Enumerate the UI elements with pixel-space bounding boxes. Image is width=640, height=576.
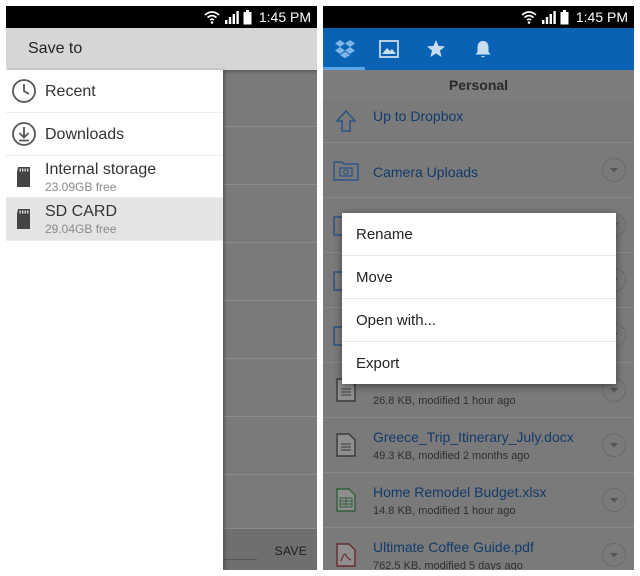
document-icon: [333, 432, 359, 458]
file-row-up[interactable]: Up to Dropbox: [323, 100, 634, 143]
chevron-down-icon[interactable]: [602, 488, 626, 512]
file-name: Ultimate Coffee Guide.pdf: [373, 539, 534, 555]
file-row[interactable]: Home Remodel Budget.xlsx 14.8 KB, modifi…: [323, 473, 634, 528]
save-bar: SAVE: [223, 528, 317, 570]
signal-icon: [541, 11, 556, 24]
drawer-item-label: Internal storage: [45, 161, 157, 178]
section-title: Personal: [448, 77, 509, 93]
save-to-screen: 1:45 PM SAVE Save to Recent Downloads In…: [6, 6, 317, 570]
tab-notifications[interactable]: [461, 28, 505, 70]
filename-input-line: [223, 559, 257, 560]
save-button[interactable]: SAVE: [275, 544, 307, 558]
status-time: 1:45 PM: [258, 9, 311, 25]
save-to-title: Save to: [28, 40, 83, 57]
tab-favorites[interactable]: [414, 28, 458, 70]
file-name: Up to Dropbox: [373, 108, 464, 124]
menu-item-label: Export: [356, 355, 400, 372]
location-drawer: Recent Downloads Internal storage 23.09G…: [6, 70, 223, 570]
clock-icon: [11, 78, 37, 104]
up-arrow-icon: [333, 108, 359, 134]
save-to-header: Save to: [6, 28, 317, 70]
pdf-icon: [333, 542, 359, 568]
wifi-icon: [521, 11, 537, 24]
drawer-item-label: SD CARD: [45, 203, 118, 220]
file-meta: 14.8 KB, modified 1 hour ago: [373, 505, 516, 517]
menu-item-export[interactable]: Export: [342, 342, 616, 384]
chevron-down-icon[interactable]: [602, 543, 626, 567]
section-header: Personal: [323, 70, 634, 100]
drawer-item-label: Downloads: [45, 126, 125, 143]
star-icon: [427, 40, 445, 57]
file-meta: 26.8 KB, modified 1 hour ago: [373, 395, 516, 407]
wifi-icon: [204, 11, 220, 24]
camera-folder-icon: [333, 157, 359, 183]
status-bar: 1:45 PM: [323, 6, 634, 28]
dropbox-screen: 1:45 PM Personal Up to Dropbox Camera Up…: [323, 6, 634, 570]
file-name: Home Remodel Budget.xlsx: [373, 484, 547, 500]
status-bar: 1:45 PM: [6, 6, 317, 28]
photos-icon: [379, 40, 399, 58]
drawer-item-internal-storage[interactable]: Internal storage 23.09GB free: [6, 156, 223, 198]
bell-icon: [475, 41, 491, 58]
chevron-down-icon[interactable]: [602, 433, 626, 457]
tab-files[interactable]: [323, 28, 367, 70]
menu-item-rename[interactable]: Rename: [342, 213, 616, 256]
file-name: Camera Uploads: [373, 164, 479, 180]
dropbox-toolbar: [323, 28, 634, 70]
drawer-item-downloads[interactable]: Downloads: [6, 113, 223, 156]
drawer-item-label: Recent: [45, 83, 96, 100]
menu-item-move[interactable]: Move: [342, 256, 616, 299]
file-meta: 49.3 KB, modified 2 months ago: [373, 450, 530, 462]
context-menu: Rename Move Open with... Export: [342, 213, 616, 384]
sd-card-icon: [11, 164, 37, 190]
file-row[interactable]: Greece_Trip_Itinerary_July.docx 49.3 KB,…: [323, 418, 634, 473]
file-row-camera-uploads[interactable]: Camera Uploads: [323, 143, 634, 198]
menu-item-label: Rename: [356, 226, 413, 243]
file-meta: 762.5 KB, modified 5 days ago: [373, 560, 523, 570]
battery-icon: [243, 9, 252, 24]
sd-card-icon: [11, 206, 37, 232]
menu-item-label: Move: [356, 269, 393, 286]
dropbox-icon: [335, 40, 355, 59]
file-row[interactable]: Ultimate Coffee Guide.pdf 762.5 KB, modi…: [323, 528, 634, 570]
status-time: 1:45 PM: [575, 9, 628, 25]
file-name: Greece_Trip_Itinerary_July.docx: [373, 429, 574, 445]
tab-photos[interactable]: [367, 28, 411, 70]
chevron-down-icon[interactable]: [602, 158, 626, 182]
download-icon: [11, 121, 37, 147]
menu-item-label: Open with...: [356, 312, 437, 329]
battery-icon: [560, 9, 569, 24]
spreadsheet-icon: [333, 487, 359, 513]
drawer-item-sd-card[interactable]: SD CARD 29.04GB free: [6, 198, 223, 241]
free-space-label: 23.09GB free: [45, 180, 117, 194]
drawer-item-recent[interactable]: Recent: [6, 70, 223, 113]
signal-icon: [224, 11, 239, 24]
menu-item-open-with[interactable]: Open with...: [342, 299, 616, 342]
free-space-label: 29.04GB free: [45, 222, 117, 236]
